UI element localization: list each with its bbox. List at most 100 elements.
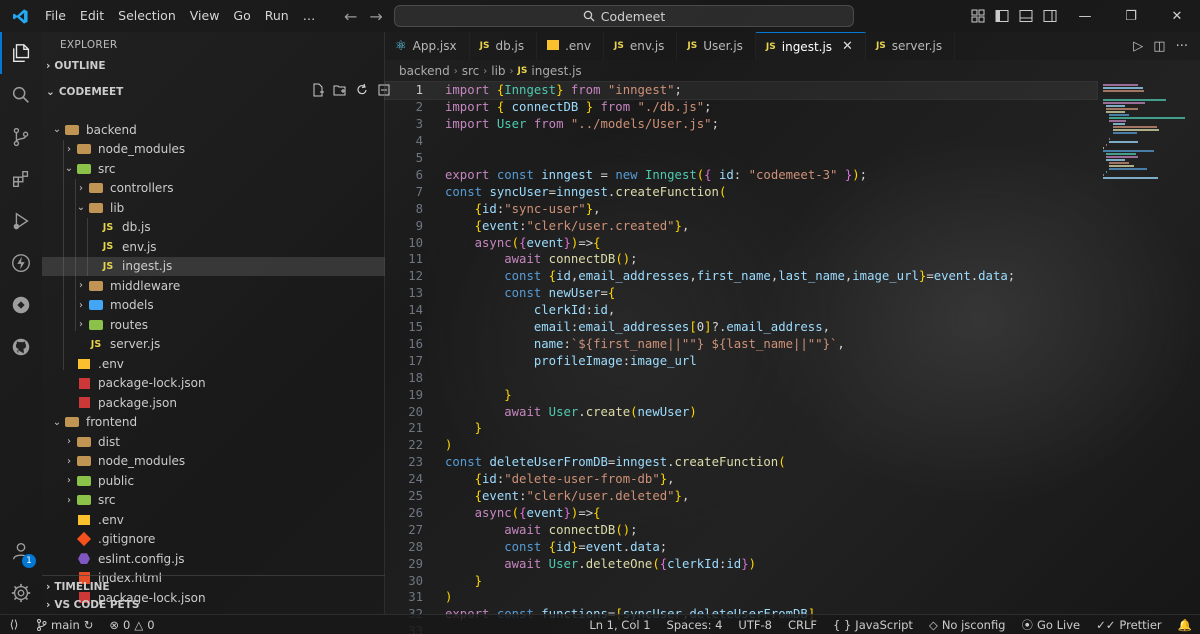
code-line[interactable]: 20 await User.create(newUser) bbox=[385, 403, 1097, 420]
cursor-position[interactable]: Ln 1, Col 1 bbox=[581, 618, 658, 632]
code-line[interactable]: 26 async({event})=>{ bbox=[385, 505, 1097, 522]
more-actions-icon[interactable]: ··· bbox=[1176, 39, 1188, 54]
source-control-icon[interactable] bbox=[0, 116, 42, 158]
code-line[interactable]: 12 const {id,email_addresses,first_name,… bbox=[385, 268, 1097, 285]
code-line[interactable]: 3 import User from "../models/User.js"; bbox=[385, 116, 1097, 133]
forward-arrow-icon[interactable]: → bbox=[369, 7, 382, 26]
code-line[interactable]: 15 email:email_addresses[0]?.email_addre… bbox=[385, 319, 1097, 336]
code-line[interactable]: 18 bbox=[385, 369, 1097, 386]
vscode-logo-icon[interactable] bbox=[0, 0, 40, 32]
breadcrumb-file[interactable]: ingest.js bbox=[531, 64, 581, 78]
code-line[interactable]: 10 async({event})=>{ bbox=[385, 234, 1097, 251]
code-line[interactable]: 22) bbox=[385, 437, 1097, 454]
toggle-primary-sidebar-icon[interactable] bbox=[990, 0, 1014, 32]
tree-item[interactable]: JS ingest.js bbox=[42, 256, 385, 276]
language-mode[interactable]: { } JavaScript bbox=[825, 618, 921, 632]
tree-item[interactable]: JS env.js bbox=[42, 237, 385, 257]
code-line[interactable]: 8 {id:"sync-user"}, bbox=[385, 200, 1097, 217]
tree-item[interactable]: › node_modules bbox=[42, 140, 385, 160]
tree-item[interactable]: › routes bbox=[42, 315, 385, 335]
editor-tab[interactable]: JS env.js bbox=[604, 32, 678, 60]
menu-go[interactable]: Go bbox=[226, 0, 257, 32]
tree-item[interactable]: › src bbox=[42, 491, 385, 511]
tree-item[interactable]: .env bbox=[42, 510, 385, 530]
menu-run[interactable]: Run bbox=[258, 0, 296, 32]
menu-edit[interactable]: Edit bbox=[73, 0, 111, 32]
tree-item[interactable]: › controllers bbox=[42, 179, 385, 199]
tree-item[interactable]: package.json bbox=[42, 393, 385, 413]
editor-tab[interactable]: JS ingest.js ✕ bbox=[755, 32, 866, 60]
refresh-icon[interactable] bbox=[354, 82, 370, 98]
menu-view[interactable]: View bbox=[183, 0, 227, 32]
code-line[interactable]: 31) bbox=[385, 589, 1097, 606]
tree-item[interactable]: › middleware bbox=[42, 276, 385, 296]
thunder-client-icon[interactable] bbox=[0, 242, 42, 284]
vscode-pets-section[interactable]: › VS CODE PETS bbox=[42, 594, 385, 616]
command-center-search[interactable]: Codemeet bbox=[394, 5, 854, 27]
code-line[interactable]: 29 await User.deleteOne({clerkId:id}) bbox=[385, 555, 1097, 572]
split-editor-icon[interactable]: ◫ bbox=[1153, 39, 1165, 54]
code-editor[interactable]: 1 import {Inngest} from "inngest"; 2 import… bbox=[384, 81, 1098, 634]
tree-item[interactable]: ⌄ src bbox=[42, 159, 385, 179]
minimap[interactable] bbox=[1097, 82, 1200, 614]
code-line[interactable]: 1 import {Inngest} from "inngest"; bbox=[384, 81, 1098, 100]
outline-section[interactable]: › OUTLINE bbox=[42, 56, 384, 76]
tree-item[interactable]: › node_modules bbox=[42, 452, 385, 472]
manage-gear-icon[interactable] bbox=[0, 572, 42, 614]
problems-indicator[interactable]: ⊗ 0 △ 0 bbox=[101, 618, 162, 632]
tree-item[interactable]: ⌄ frontend bbox=[42, 413, 385, 433]
notifications-icon[interactable]: 🔔 bbox=[1170, 618, 1200, 632]
tree-item[interactable]: ⌄ backend bbox=[42, 120, 385, 140]
code-line[interactable]: 4 bbox=[385, 133, 1097, 150]
code-line[interactable]: 11 await connectDB(); bbox=[385, 251, 1097, 268]
tree-item[interactable]: .env bbox=[42, 354, 385, 374]
menu-more[interactable]: … bbox=[296, 0, 323, 32]
jsconfig-status[interactable]: ◇ No jsconfig bbox=[921, 618, 1014, 632]
end-of-line[interactable]: CRLF bbox=[780, 618, 825, 632]
close-tab-icon[interactable]: ✕ bbox=[842, 39, 853, 54]
project-section[interactable]: ⌄ CODEMEET bbox=[42, 82, 123, 102]
minimize-icon[interactable]: — bbox=[1062, 0, 1108, 32]
tree-item[interactable]: package-lock.json bbox=[42, 374, 385, 394]
code-line[interactable]: 27 await connectDB(); bbox=[385, 521, 1097, 538]
remote-explorer-icon[interactable] bbox=[0, 284, 42, 326]
run-debug-icon[interactable] bbox=[0, 200, 42, 242]
code-line[interactable]: 16 name:`${first_name||""} ${last_name||… bbox=[385, 336, 1097, 353]
code-line[interactable]: 13 const newUser={ bbox=[385, 285, 1097, 302]
encoding[interactable]: UTF-8 bbox=[730, 618, 780, 632]
accounts-icon[interactable]: 1 bbox=[0, 530, 42, 572]
back-arrow-icon[interactable]: ← bbox=[344, 7, 357, 26]
tree-item[interactable]: .gitignore bbox=[42, 530, 385, 550]
tree-item[interactable]: eslint.config.js bbox=[42, 549, 385, 569]
breadcrumb-backend[interactable]: backend bbox=[399, 64, 450, 78]
toggle-secondary-sidebar-icon[interactable] bbox=[1038, 0, 1062, 32]
code-line[interactable]: 19 } bbox=[385, 386, 1097, 403]
tree-item[interactable]: › public bbox=[42, 471, 385, 491]
close-window-icon[interactable]: ✕ bbox=[1154, 0, 1200, 32]
code-line[interactable]: 21 } bbox=[385, 420, 1097, 437]
code-line[interactable]: 23 const deleteUserFromDB=inngest.createF… bbox=[385, 454, 1097, 471]
editor-tab[interactable]: .env bbox=[537, 32, 604, 60]
remote-indicator-icon[interactable]: ⟨⟩ bbox=[0, 615, 28, 634]
code-line[interactable]: 24 {id:"delete-user-from-db"}, bbox=[385, 471, 1097, 488]
extensions-icon[interactable] bbox=[0, 158, 42, 200]
editor-tab[interactable]: ⚛ App.jsx bbox=[385, 32, 470, 60]
tree-item[interactable]: JS server.js bbox=[42, 335, 385, 355]
prettier-status[interactable]: ✓✓ Prettier bbox=[1088, 618, 1170, 632]
code-line[interactable]: 14 clerkId:id, bbox=[385, 302, 1097, 319]
search-icon[interactable] bbox=[0, 74, 42, 116]
code-line[interactable]: 9 {event:"clerk/user.created"}, bbox=[385, 217, 1097, 234]
code-line[interactable]: 28 const {id}=event.data; bbox=[385, 538, 1097, 555]
code-line[interactable]: 25 {event:"clerk/user.deleted"}, bbox=[385, 488, 1097, 505]
restore-icon[interactable]: ❐ bbox=[1108, 0, 1154, 32]
code-line[interactable]: 30 } bbox=[385, 572, 1097, 589]
menu-selection[interactable]: Selection bbox=[111, 0, 183, 32]
breadcrumb-src[interactable]: src bbox=[462, 64, 480, 78]
breadcrumb-lib[interactable]: lib bbox=[491, 64, 505, 78]
branch-indicator[interactable]: main ↻ bbox=[28, 618, 101, 632]
menu-file[interactable]: File bbox=[38, 0, 73, 32]
new-file-icon[interactable] bbox=[310, 82, 326, 98]
editor-tab[interactable]: JS User.js bbox=[677, 32, 756, 60]
code-line[interactable]: 7 const syncUser=inngest.createFunction( bbox=[385, 183, 1097, 200]
toggle-panel-icon[interactable] bbox=[1014, 0, 1038, 32]
